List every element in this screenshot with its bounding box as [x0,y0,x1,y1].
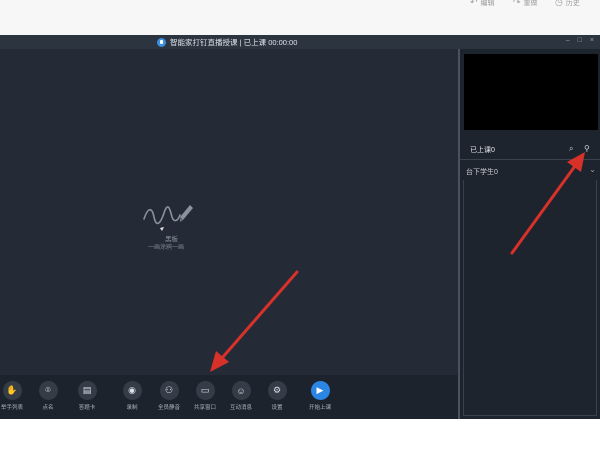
app-window: 智能家打钉直播授课 | 已上课 00:00:00 – □ × 黑板 一画涂鸦一画… [0,35,600,419]
roll-call-label: 点名 [42,405,54,411]
page-bottom-strip [0,419,600,450]
on-stage-header: 已上课0 ⌕ ⚲ [460,140,600,160]
share-window-icon: ▭ [195,381,215,400]
window-title-text: 智能家打钉直播授课 | 已上课 00:00:00 [170,37,298,47]
search-icon[interactable]: ⌕ [569,144,573,154]
students-label: 台下学生0 [466,169,498,176]
right-sidebar: 已上课0 ⌕ ⚲ 台下学生0 ⌄ [458,49,600,419]
undo-label: 编辑 [480,0,495,7]
record-button[interactable]: ◉ 录制 [112,381,152,417]
window-title: 智能家打钉直播授课 | 已上课 00:00:00 [157,36,297,48]
redo-action[interactable]: ↷ 重做 [513,0,538,8]
settings-button[interactable]: ⚙ 设置 [257,381,297,417]
share-window-label: 共享窗口 [193,405,216,411]
blackboard-area[interactable]: 黑板 一画涂鸦一画 [0,49,458,375]
play-icon: ▶ [310,381,330,400]
history-action[interactable]: ◷ 历史 [555,0,580,8]
close-button[interactable]: × [590,37,594,44]
scribble-pen-icon [143,205,193,231]
location-icon: ⌾ [38,381,58,400]
record-icon: ◉ [122,381,142,400]
answer-card-button[interactable]: ▤ 答题卡 [67,381,107,417]
whiteboard-placeholder: 黑板 一画涂鸦一画 [140,199,200,259]
hand-icon: ✋ [2,381,22,400]
mute-all-label: 全员静音 [157,405,180,411]
card-icon: ▤ [77,381,97,400]
interactive-messages-label: 互动消息 [229,405,252,411]
redo-icon: ↷ [513,0,521,7]
on-stage-label: 已上课0 [470,147,495,154]
chat-icon: ☺ [231,381,251,400]
start-class-label: 开始上课 [308,405,331,411]
chevron-down-icon[interactable]: ⌄ [589,165,596,174]
window-controls: – □ × [566,37,594,44]
interactive-messages-button[interactable]: ☺ 互动消息 [221,381,261,417]
settings-icon: ⚙ [267,381,287,400]
settings-label: 设置 [271,405,283,411]
mute-all-icon: ⚇ [159,381,179,400]
maximize-button[interactable]: □ [578,37,582,44]
student-list-panel [463,180,597,416]
clock-icon: ◷ [555,0,563,7]
roll-call-button[interactable]: ⌾ 点名 [28,381,68,417]
undo-icon: ↶ [470,0,478,7]
start-class-button[interactable]: ▶ 开始上课 [300,381,340,417]
students-section-header[interactable]: 台下学生0 ⌄ [460,162,600,180]
history-label: 历史 [565,0,580,7]
share-window-button[interactable]: ▭ 共享窗口 [185,381,225,417]
undo-action[interactable]: ↶ 编辑 [470,0,495,8]
user-icon[interactable]: ⚲ [584,144,590,153]
shield-icon [157,37,166,47]
whiteboard-subtitle: 一画涂鸦一画 [148,245,185,251]
teacher-video-preview [464,54,598,130]
title-bar: 智能家打钉直播授课 | 已上课 00:00:00 – □ × [0,35,600,49]
bottom-toolbar: ✋ 举手列表 ⌾ 点名 ▤ 答题卡 ◉ 录制 ⚇ 全员静音 ▭ 共享窗口 ☺ 互… [0,375,458,419]
browser-top-strip: ↶ 编辑 ↷ 重做 ◷ 历史 [0,0,600,35]
redo-label: 重做 [523,0,538,7]
answer-card-label: 答题卡 [78,405,96,411]
record-label: 录制 [126,405,138,411]
minimize-button[interactable]: – [566,37,570,44]
mute-all-button[interactable]: ⚇ 全员静音 [149,381,189,417]
